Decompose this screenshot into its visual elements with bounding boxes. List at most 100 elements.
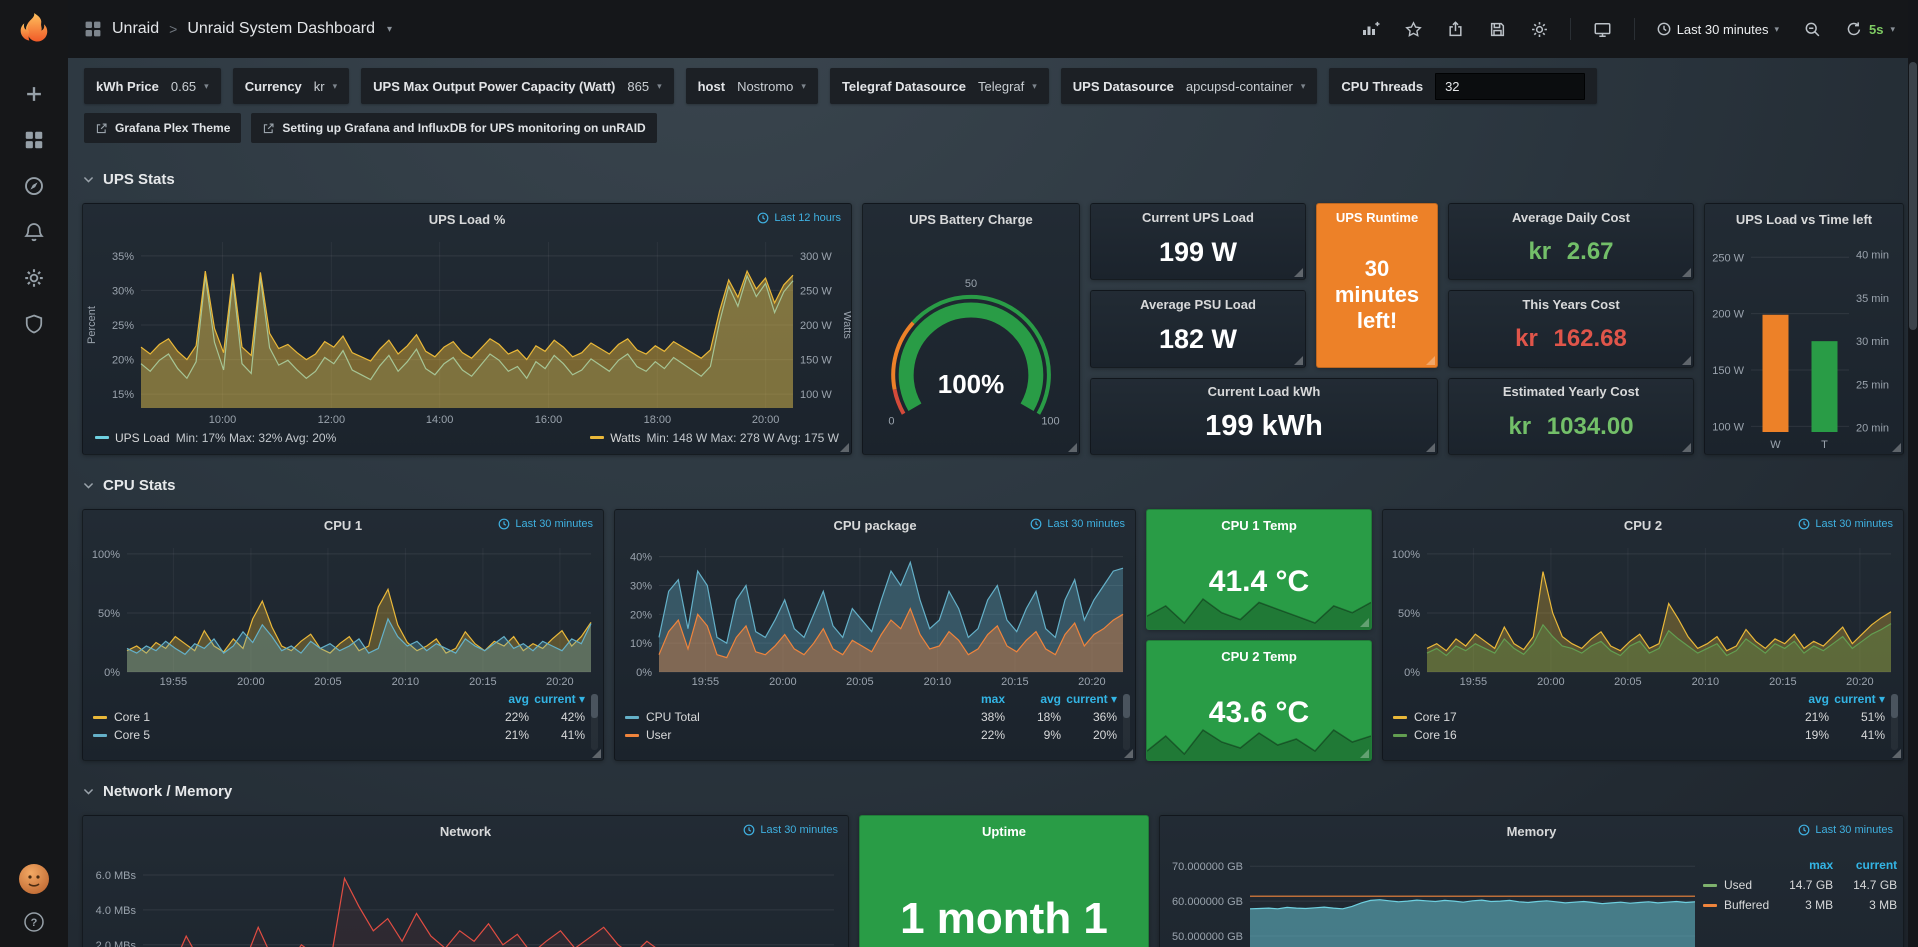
legend-column-header[interactable]: current ▾ (1061, 692, 1117, 706)
panel-title[interactable]: CPU 2 (1624, 518, 1662, 533)
cpu2-chart[interactable]: 19:5520:0020:0520:1020:1520:200%50%100% (1383, 540, 1903, 690)
panel-title[interactable]: Estimated Yearly Cost (1503, 384, 1639, 399)
legend-series-name[interactable]: CPU Total (625, 710, 949, 724)
panel-resize-handle[interactable] (1124, 749, 1133, 758)
star-dashboard-button[interactable] (1402, 18, 1425, 41)
panel-resize-handle[interactable] (1682, 443, 1691, 452)
legend-scrollbar-thumb[interactable] (1891, 694, 1898, 718)
dashboard-settings-button[interactable] (1528, 18, 1551, 41)
legend-scrollbar[interactable] (1123, 694, 1130, 750)
panel-title[interactable]: CPU package (833, 518, 916, 533)
panel-title[interactable]: Average Daily Cost (1512, 210, 1630, 225)
panel-title[interactable]: UPS Runtime (1336, 210, 1418, 225)
legend-column-header[interactable]: avg (473, 692, 529, 706)
panel-resize-handle[interactable] (1360, 618, 1369, 627)
legend-series-name[interactable]: UPS Load (115, 431, 170, 445)
breadcrumb-section[interactable]: Unraid (112, 20, 159, 38)
legend-column-header[interactable]: current ▾ (1829, 692, 1885, 706)
ups-load-chart[interactable]: 10:0012:0014:0016:0018:0020:0015%20%25%3… (83, 234, 851, 428)
panel-resize-handle[interactable] (592, 749, 601, 758)
zoom-out-time-button[interactable] (1801, 18, 1824, 41)
legend-scrollbar-thumb[interactable] (591, 694, 598, 718)
row-toggle-ups-stats[interactable]: UPS Stats (82, 163, 1904, 195)
variable-value-ups-max-output-power-capacity-watt-[interactable]: 865▾ (627, 79, 661, 94)
cpu-package-chart[interactable]: 19:5520:0020:0520:1020:1520:200%10%20%30… (615, 540, 1135, 690)
panel-resize-handle[interactable] (1682, 356, 1691, 365)
panel-resize-handle[interactable] (840, 443, 849, 452)
legend-series-name[interactable]: Core 16 (1393, 728, 1773, 742)
panel-resize-handle[interactable] (1426, 356, 1435, 365)
sidebar-item-server-admin[interactable] (0, 301, 68, 347)
panel-resize-handle[interactable] (1892, 749, 1901, 758)
share-dashboard-button[interactable] (1444, 18, 1467, 41)
bar-W[interactable] (1763, 315, 1789, 432)
row-toggle-cpu-stats[interactable]: CPU Stats (82, 469, 1904, 501)
panel-title[interactable]: CPU 2 Temp (1221, 649, 1297, 664)
dashboard-link-1[interactable]: Setting up Grafana and InfluxDB for UPS … (251, 113, 656, 143)
panel-resize-handle[interactable] (1294, 356, 1303, 365)
user-avatar-button[interactable] (18, 863, 50, 895)
panel-resize-handle[interactable] (1360, 749, 1369, 758)
cycle-view-mode-button[interactable] (1590, 18, 1615, 41)
legend-column-header[interactable]: avg (1773, 692, 1829, 706)
panel-title[interactable]: Uptime (982, 824, 1026, 839)
legend-series-name[interactable]: Used (1703, 878, 1769, 892)
legend-series-name[interactable]: Core 1 (93, 710, 473, 724)
panel-title[interactable]: CPU 1 (324, 518, 362, 533)
panel-title[interactable]: UPS Load vs Time left (1736, 212, 1872, 227)
legend-column-header[interactable]: current (1833, 858, 1897, 872)
panel-title[interactable]: UPS Load % (429, 212, 506, 227)
panel-title[interactable]: Memory (1507, 824, 1557, 839)
legend-column-header[interactable]: max (949, 692, 1005, 706)
variable-value-currency[interactable]: kr▾ (314, 79, 337, 94)
panel-title[interactable]: Average PSU Load (1140, 297, 1256, 312)
legend-column-header[interactable]: max (1769, 858, 1833, 872)
panel-title[interactable]: This Years Cost (1522, 297, 1619, 312)
panel-resize-handle[interactable] (1068, 443, 1077, 452)
legend-scrollbar[interactable] (591, 694, 598, 750)
refresh-picker[interactable]: 5s ▾ (1843, 18, 1898, 40)
panel-title[interactable]: Network (440, 824, 491, 839)
load-vs-time-chart[interactable]: 100 W150 W200 W250 W20 min25 min30 min35… (1705, 234, 1903, 454)
legend-series-name[interactable]: Core 5 (93, 728, 473, 742)
add-panel-button[interactable] (1358, 18, 1383, 40)
sidebar-item-create[interactable] (0, 71, 68, 117)
sidebar-item-dashboards[interactable] (0, 117, 68, 163)
row-toggle-network-memory[interactable]: Network / Memory (82, 775, 1904, 807)
legend-scrollbar-thumb[interactable] (1123, 694, 1130, 718)
save-dashboard-button[interactable] (1486, 18, 1509, 41)
sidebar-item-help[interactable]: ? (18, 911, 50, 933)
ups-battery-gauge[interactable]: 050100100% (863, 234, 1079, 454)
panel-title[interactable]: UPS Battery Charge (909, 212, 1033, 227)
cpu1-chart[interactable]: 19:5520:0020:0520:1020:1520:200%50%100% (83, 540, 603, 690)
legend-series-name[interactable]: Buffered (1703, 898, 1769, 912)
page-scrollbar-thumb[interactable] (1909, 62, 1917, 330)
panel-resize-handle[interactable] (1426, 443, 1435, 452)
memory-chart[interactable]: 50.000000 GB60.000000 GB70.000000 GB (1160, 846, 1703, 947)
legend-column-header[interactable]: avg (1005, 692, 1061, 706)
variable-value-ups-datasource[interactable]: apcupsd-container▾ (1186, 79, 1306, 94)
network-chart[interactable]: 2.0 MBs4.0 MBs6.0 MBs (83, 846, 848, 947)
legend-series-name[interactable]: Watts (610, 431, 640, 445)
sidebar-item-configuration[interactable] (0, 255, 68, 301)
variable-value-kwh-price[interactable]: 0.65▾ (171, 79, 209, 94)
grafana-logo[interactable] (16, 11, 52, 47)
bar-T[interactable] (1812, 341, 1838, 432)
panel-title[interactable]: Current UPS Load (1142, 210, 1254, 225)
legend-series-name[interactable]: User (625, 728, 949, 742)
legend-scrollbar[interactable] (1891, 694, 1898, 750)
panel-resize-handle[interactable] (1682, 268, 1691, 277)
variable-value-host[interactable]: Nostromo▾ (737, 79, 806, 94)
panel-resize-handle[interactable] (1892, 443, 1901, 452)
legend-column-header[interactable]: current ▾ (529, 692, 585, 706)
page-scrollbar[interactable] (1908, 0, 1918, 947)
time-range-picker[interactable]: Last 30 minutes ▾ (1654, 19, 1782, 40)
breadcrumb-page-title[interactable]: Unraid System Dashboard (187, 20, 375, 38)
panel-title[interactable]: CPU 1 Temp (1221, 518, 1297, 533)
sidebar-item-explore[interactable] (0, 163, 68, 209)
variable-value-telegraf-datasource[interactable]: Telegraf▾ (978, 79, 1037, 94)
legend-series-name[interactable]: Core 17 (1393, 710, 1773, 724)
panel-title[interactable]: Current Load kWh (1208, 384, 1321, 399)
sidebar-item-alerting[interactable] (0, 209, 68, 255)
dashboard-link-0[interactable]: Grafana Plex Theme (84, 113, 241, 143)
